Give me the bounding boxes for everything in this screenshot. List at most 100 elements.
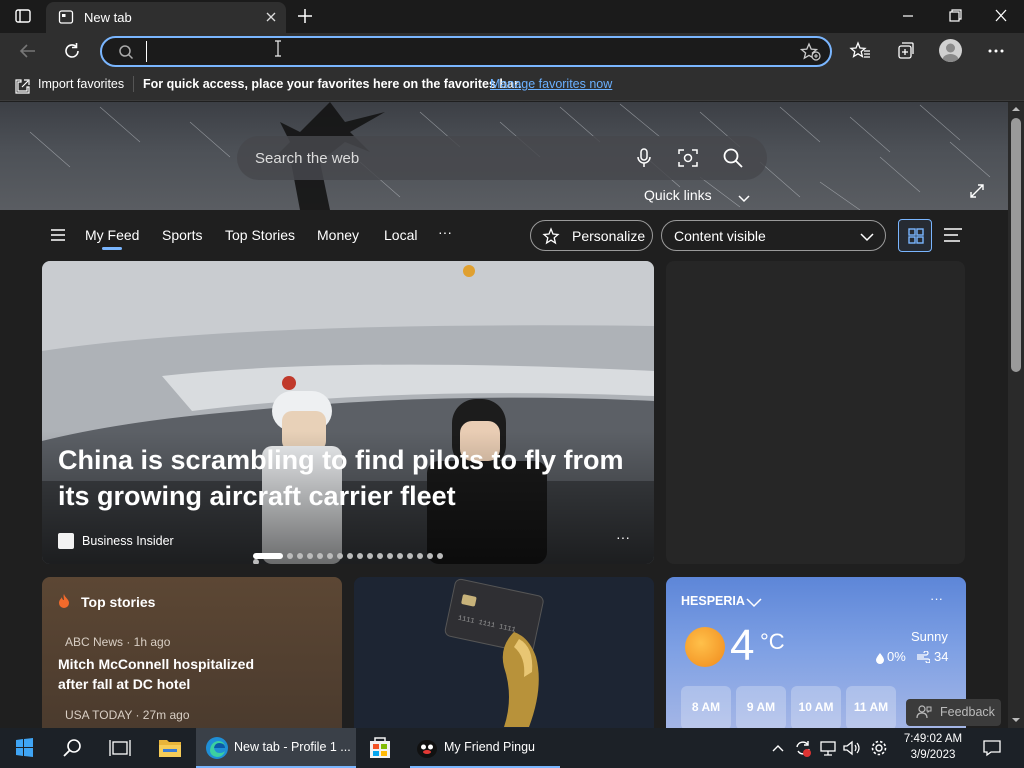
clock[interactable]: 7:49:02 AM 3/9/2023 <box>896 731 970 765</box>
restore-button[interactable] <box>943 6 967 26</box>
personalize-icon <box>542 227 560 245</box>
carousel-dot[interactable] <box>407 553 413 559</box>
tab-actions-icon[interactable] <box>14 7 32 25</box>
carousel-dots[interactable] <box>253 553 453 564</box>
visual-search-icon[interactable] <box>677 147 699 169</box>
scrollbar-thumb[interactable] <box>1011 118 1021 372</box>
add-favorite-icon[interactable] <box>799 42 822 62</box>
microphone-icon[interactable] <box>634 147 654 169</box>
nav-my-feed[interactable]: My Feed <box>85 227 139 243</box>
headline-more-button[interactable]: ··· <box>616 529 630 545</box>
feed-menu-icon[interactable] <box>49 227 67 243</box>
search-submit-icon[interactable] <box>722 147 744 169</box>
profile-avatar[interactable] <box>939 39 962 62</box>
carousel-dot[interactable] <box>287 553 293 559</box>
carousel-dot[interactable] <box>437 553 443 559</box>
credit-card-image: 1111 1111 1111 <box>354 577 654 737</box>
story-meta: ABC News · 1h ago <box>65 635 171 649</box>
favorites-icon[interactable] <box>849 40 871 62</box>
top-stories-heading: Top stories <box>81 594 156 610</box>
feature-image-card[interactable]: 1111 1111 1111 <box>354 577 654 737</box>
nav-more-button[interactable]: ··· <box>438 224 452 240</box>
taskbar-pingu-label: My Friend Pingu <box>444 740 536 754</box>
weather-wind: 34 <box>934 649 949 664</box>
carousel-dot[interactable] <box>377 553 383 559</box>
back-button[interactable] <box>17 40 39 62</box>
personalize-button[interactable]: Personalize <box>530 220 653 251</box>
close-tab-icon[interactable] <box>264 10 278 24</box>
feedback-label: Feedback <box>940 705 995 719</box>
carousel-dot[interactable] <box>307 553 313 559</box>
grid-view-icon <box>908 228 924 244</box>
carousel-dot[interactable] <box>253 553 283 559</box>
file-explorer-button[interactable] <box>146 728 194 768</box>
scroll-up-icon[interactable] <box>1008 102 1024 116</box>
hourly-forecast-item[interactable]: 11 AM <box>846 686 896 730</box>
nav-top-stories[interactable]: Top Stories <box>225 227 295 243</box>
sync-alert-icon[interactable] <box>793 738 813 758</box>
content-visible-label: Content visible <box>674 228 766 244</box>
settings-gear-icon[interactable] <box>869 738 889 758</box>
hourly-forecast-item[interactable]: 9 AM <box>736 686 786 730</box>
import-icon <box>13 76 31 94</box>
carousel-dot[interactable] <box>347 553 353 559</box>
carousel-dot[interactable] <box>427 553 433 559</box>
carousel-dot[interactable] <box>253 559 259 564</box>
new-tab-button[interactable] <box>294 5 316 27</box>
feedback-icon <box>916 705 932 719</box>
feedback-button[interactable]: Feedback <box>906 699 1001 726</box>
taskbar-search-button[interactable] <box>48 728 96 768</box>
carousel-dot[interactable] <box>397 553 403 559</box>
carousel-dot[interactable] <box>357 553 363 559</box>
import-favorites-button[interactable]: Import favorites <box>12 75 130 95</box>
headline-title[interactable]: China is scrambling to find pilots to fl… <box>58 442 638 514</box>
minimize-button[interactable] <box>896 6 920 26</box>
web-search-box[interactable]: Search the web <box>237 136 767 180</box>
taskbar-edge-window[interactable]: New tab - Profile 1 ... <box>196 728 356 768</box>
grid-view-button[interactable] <box>898 219 932 252</box>
carousel-dot[interactable] <box>327 553 333 559</box>
carousel-dot[interactable] <box>297 553 303 559</box>
notifications-icon[interactable] <box>982 738 1002 758</box>
story-title[interactable]: Mitch McConnell hospitalized after fall … <box>58 654 258 694</box>
nav-sports[interactable]: Sports <box>162 227 202 243</box>
weather-location[interactable]: HESPERIA <box>681 594 745 608</box>
headline-card[interactable]: China is scrambling to find pilots to fl… <box>42 261 654 564</box>
taskbar-pingu-window[interactable]: My Friend Pingu <box>410 728 560 768</box>
microsoft-store-button[interactable] <box>356 728 404 768</box>
carousel-dot[interactable] <box>417 553 423 559</box>
page-scrollbar[interactable] <box>1008 102 1024 728</box>
carousel-dot[interactable] <box>367 553 373 559</box>
manage-favorites-link[interactable]: Manage favorites now <box>490 77 612 91</box>
search-icon <box>63 739 81 757</box>
headline-image <box>42 261 654 564</box>
task-view-button[interactable] <box>96 728 144 768</box>
weather-more-button[interactable]: ··· <box>930 591 943 606</box>
carousel-dot[interactable] <box>387 553 393 559</box>
chevron-down-icon[interactable] <box>746 595 762 608</box>
scroll-down-icon[interactable] <box>1008 713 1024 727</box>
expand-icon[interactable] <box>969 183 985 199</box>
volume-icon[interactable] <box>842 739 862 757</box>
quick-links-toggle[interactable]: Quick links <box>644 187 754 207</box>
hourly-forecast-item[interactable]: 10 AM <box>791 686 841 730</box>
nav-local[interactable]: Local <box>384 227 417 243</box>
address-bar[interactable] <box>100 36 832 67</box>
settings-and-more-icon[interactable] <box>985 40 1007 62</box>
close-window-button[interactable] <box>989 6 1013 26</box>
chevron-down-icon <box>738 191 750 203</box>
nav-money[interactable]: Money <box>317 227 359 243</box>
favbar-divider <box>133 76 134 92</box>
address-input[interactable] <box>146 41 786 62</box>
show-hidden-icons-icon[interactable] <box>770 740 786 756</box>
content-visible-dropdown[interactable]: Content visible <box>661 220 886 251</box>
list-view-button[interactable] <box>942 225 964 245</box>
hourly-forecast-item[interactable]: 8 AM <box>681 686 731 730</box>
refresh-button[interactable] <box>61 40 83 62</box>
tab-new-tab[interactable]: New tab <box>46 2 286 33</box>
carousel-dot[interactable] <box>337 553 343 559</box>
start-button[interactable] <box>0 728 48 768</box>
carousel-dot[interactable] <box>317 553 323 559</box>
collections-icon[interactable] <box>894 40 916 62</box>
network-icon[interactable] <box>818 739 838 757</box>
